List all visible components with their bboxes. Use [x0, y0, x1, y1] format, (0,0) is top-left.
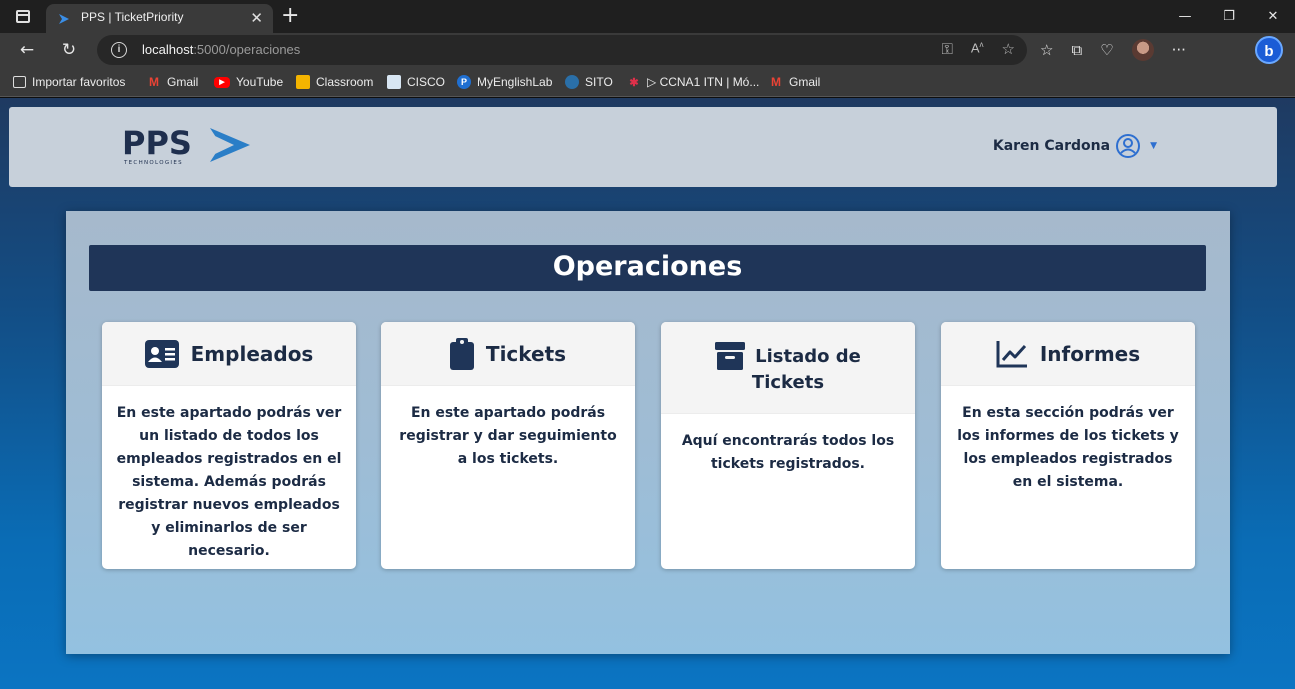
- gmail-icon: M: [771, 75, 781, 89]
- card-header: Empleados: [102, 322, 356, 386]
- archive-icon: [715, 342, 746, 370]
- bookmark-myenglishlab[interactable]: P MyEnglishLab: [457, 74, 552, 90]
- more-menu-icon[interactable]: ···: [1172, 41, 1186, 59]
- bookmark-classroom[interactable]: Classroom: [296, 74, 373, 90]
- restore-icon[interactable]: ❐: [1207, 0, 1251, 33]
- caret-down-icon[interactable]: ▼: [1150, 141, 1157, 151]
- bookmark-label: Importar favoritos: [32, 75, 126, 89]
- page-title: Operaciones: [89, 245, 1206, 291]
- bookmark-youtube[interactable]: ▶ YouTube: [214, 74, 283, 90]
- bookmark-label: Gmail: [167, 75, 199, 89]
- user-menu[interactable]: Karen Cardona ▼: [993, 133, 1157, 159]
- card-title: Tickets: [485, 341, 567, 366]
- gmail-icon: M: [149, 75, 159, 89]
- youtube-icon: ▶: [214, 76, 230, 88]
- card-empleados[interactable]: Empleados En este apartado podrás ver un…: [102, 322, 356, 569]
- svg-text:TECHNOLOGIES: TECHNOLOGIES: [123, 160, 183, 166]
- browser-tab[interactable]: PPS | TicketPriority ✕: [46, 4, 273, 33]
- refresh-icon[interactable]: ↻: [57, 39, 81, 61]
- bookmark-sito[interactable]: SITO: [565, 74, 613, 90]
- minimize-icon[interactable]: —: [1163, 0, 1207, 33]
- import-icon: [13, 76, 26, 88]
- profile-avatar[interactable]: [1131, 39, 1154, 61]
- address-bar[interactable]: i localhost:5000/operaciones ⚿ Aʌ ☆: [97, 35, 1027, 65]
- bookmark-gmail-2[interactable]: M Gmail: [769, 74, 820, 90]
- card-informes[interactable]: Informes En esta sección podrás ver los …: [941, 322, 1195, 569]
- back-icon[interactable]: ←: [15, 39, 39, 61]
- cisco-icon: [387, 75, 401, 89]
- page-content: PPS TECHNOLOGIES Karen Cardona ▼ Operaci…: [0, 98, 1295, 689]
- bing-icon[interactable]: b: [1255, 36, 1283, 64]
- operations-panel: Operaciones Empleados En este apartado p…: [66, 211, 1230, 654]
- window-controls: — ❐ ✕: [1163, 0, 1295, 33]
- card-description: En este apartado podrás registrar y dar …: [399, 405, 617, 467]
- card-title-line1: Listado de: [755, 345, 861, 367]
- bookmark-label: Classroom: [316, 75, 374, 89]
- classroom-icon: [296, 75, 310, 89]
- pearson-icon: P: [457, 75, 471, 89]
- performance-icon[interactable]: ♡: [1100, 41, 1113, 59]
- user-circle-icon: [1116, 134, 1141, 158]
- site-header: PPS TECHNOLOGIES Karen Cardona ▼: [9, 107, 1277, 187]
- bookmarks-bar: Importar favoritos M Gmail ▶ YouTube Cla…: [0, 67, 1295, 97]
- bookmark-label: YouTube: [236, 75, 284, 89]
- card-description: En esta sección podrás ver los informes …: [957, 405, 1179, 490]
- bookmark-cisco[interactable]: CISCO: [387, 74, 445, 90]
- collections-icon[interactable]: ⧉: [1071, 41, 1082, 59]
- browser-navbar: ← ↻ i localhost:5000/operaciones ⚿ Aʌ ☆ …: [0, 33, 1295, 67]
- url-text[interactable]: localhost:5000/operaciones: [142, 42, 300, 57]
- close-window-icon[interactable]: ✕: [1251, 0, 1295, 33]
- key-icon[interactable]: ⚿: [941, 40, 952, 58]
- card-header: Listado de Tickets: [661, 322, 915, 414]
- netacad-icon: ✱: [629, 76, 639, 89]
- bookmark-label: SITO: [585, 75, 613, 89]
- bookmark-label: ▷ CCNA1 ITN | Mó...: [647, 75, 760, 89]
- tab-close-icon[interactable]: ✕: [250, 9, 263, 27]
- tab-actions-icon[interactable]: [12, 6, 34, 28]
- favorite-star-icon[interactable]: ☆: [1002, 40, 1015, 58]
- favorites-icon[interactable]: ☆: [1040, 41, 1053, 59]
- tab-title: PPS | TicketPriority: [81, 10, 184, 24]
- clipboard-icon: [449, 337, 474, 370]
- new-tab-icon[interactable]: +: [281, 3, 299, 28]
- card-tickets[interactable]: Tickets En este apartado podrás registra…: [381, 322, 635, 569]
- id-card-icon: [144, 339, 179, 368]
- svg-text:PPS: PPS: [122, 124, 192, 162]
- user-name: Karen Cardona: [992, 138, 1111, 154]
- card-header: Informes: [941, 322, 1195, 386]
- card-listado-tickets[interactable]: Listado de Tickets Aquí encontrarás todo…: [661, 322, 915, 569]
- sito-icon: [565, 75, 579, 89]
- site-favicon-icon: [59, 14, 69, 24]
- chart-line-icon: [996, 340, 1027, 367]
- bookmark-label: Gmail: [789, 75, 821, 89]
- bookmark-label: CISCO: [407, 75, 446, 89]
- browser-tabbar: PPS | TicketPriority ✕ + — ❐ ✕: [0, 0, 1295, 33]
- card-title: Empleados: [190, 341, 314, 366]
- card-title: Informes: [1039, 341, 1141, 366]
- bookmark-import[interactable]: Importar favoritos: [13, 74, 125, 90]
- bookmark-gmail[interactable]: M Gmail: [147, 74, 198, 90]
- read-aloud-icon[interactable]: Aʌ: [971, 40, 984, 58]
- card-description: Aquí encontrarás todos los tickets regis…: [681, 433, 895, 472]
- bookmark-label: MyEnglishLab: [477, 75, 553, 89]
- card-header: Tickets: [381, 322, 635, 386]
- bookmark-ccna1[interactable]: ✱ ▷ CCNA1 ITN | Mó...: [627, 74, 759, 90]
- pps-logo[interactable]: PPS TECHNOLOGIES: [122, 124, 252, 168]
- card-title-line2: Tickets: [751, 372, 825, 393]
- info-icon[interactable]: i: [111, 42, 127, 58]
- card-description: En este apartado podrás ver un listado d…: [116, 405, 342, 559]
